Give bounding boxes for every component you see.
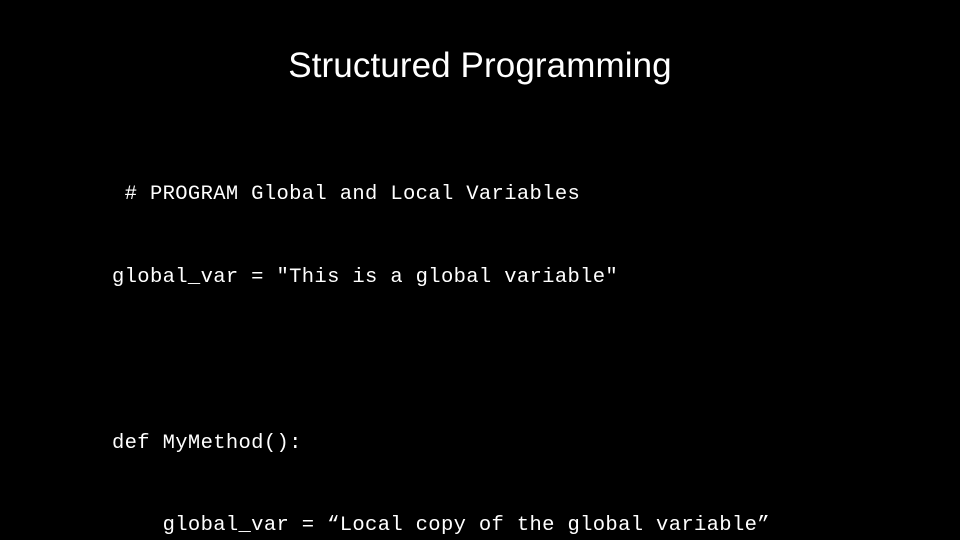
slide-canvas: Structured Programming # PROGRAM Global … xyxy=(0,0,960,540)
code-block: # PROGRAM Global and Local Variables glo… xyxy=(112,126,932,540)
page-title: Structured Programming xyxy=(288,46,672,85)
code-line: global_var = “Local copy of the global v… xyxy=(112,514,770,538)
code-line: # PROGRAM Global and Local Variables xyxy=(112,183,581,207)
code-line: def MyMethod(): xyxy=(112,431,302,455)
code-line: global_var = "This is a global variable" xyxy=(112,265,619,289)
